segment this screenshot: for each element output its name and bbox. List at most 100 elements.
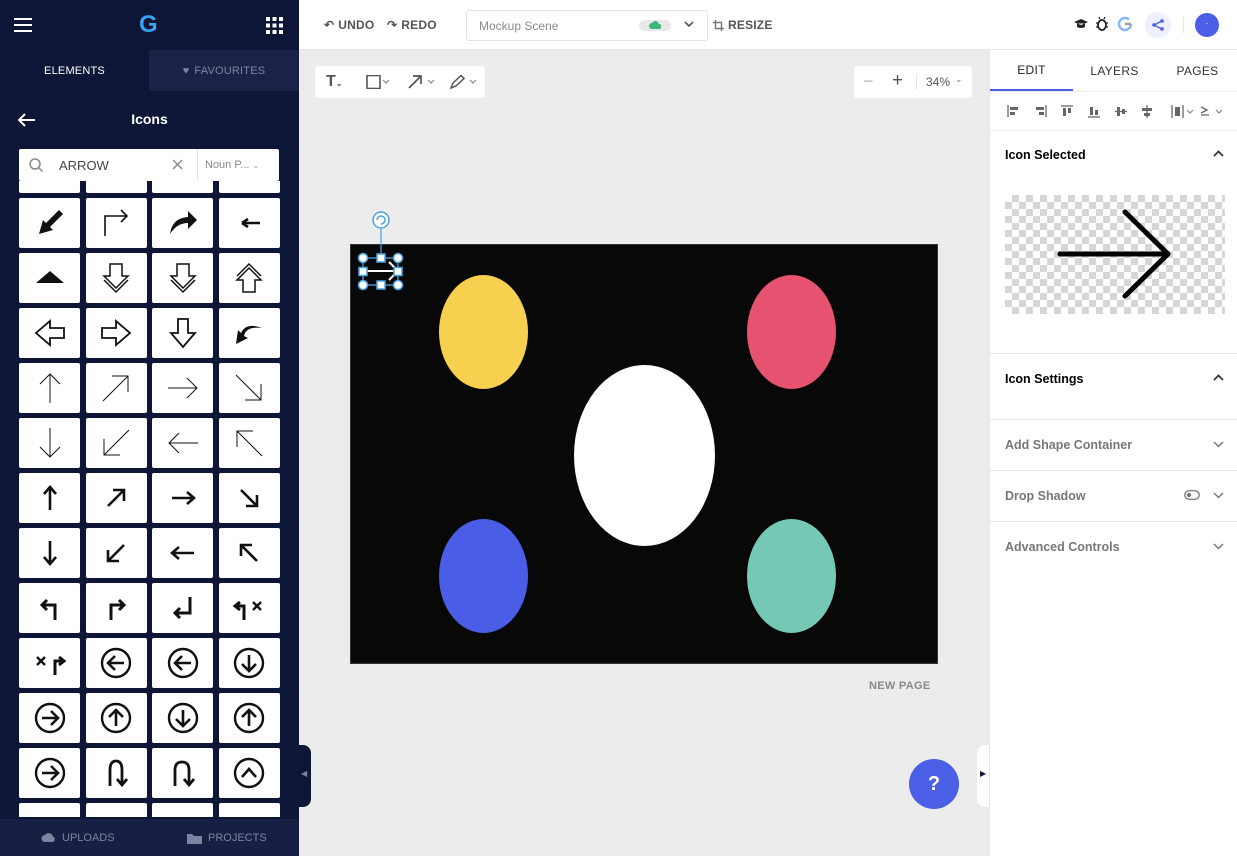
- white-ellipse[interactable]: [574, 365, 715, 546]
- icon-tile[interactable]: [85, 638, 147, 688]
- icon-tile[interactable]: [19, 528, 80, 578]
- icon-tile[interactable]: [152, 473, 213, 523]
- icon-tile[interactable]: [85, 583, 147, 633]
- icon-tile[interactable]: [152, 803, 213, 817]
- icon-tile[interactable]: [85, 308, 147, 358]
- icon-tile[interactable]: [218, 418, 280, 468]
- icon-tile[interactable]: [218, 363, 280, 413]
- graduation-cap-icon[interactable]: [1074, 18, 1088, 30]
- icon-tile[interactable]: [218, 253, 280, 303]
- shape-tool-icon[interactable]: [366, 75, 390, 89]
- icon-tile[interactable]: [19, 473, 80, 523]
- text-tool[interactable]: T⌄: [326, 73, 342, 91]
- icon-search[interactable]: ARROW Noun P... ⌄: [19, 149, 279, 181]
- share-button[interactable]: [1145, 12, 1171, 38]
- undo-button[interactable]: ↶ UNDO: [324, 18, 374, 32]
- icon-tile[interactable]: [152, 528, 213, 578]
- help-button[interactable]: ?: [909, 759, 959, 809]
- teal-ellipse[interactable]: [747, 519, 836, 633]
- icon-tile[interactable]: [85, 473, 147, 523]
- icon-tile[interactable]: [19, 638, 80, 688]
- projects-button[interactable]: PROJECTS: [187, 832, 267, 844]
- icon-tile[interactable]: [218, 528, 280, 578]
- chevron-down-icon[interactable]: [1213, 440, 1224, 448]
- uploads-button[interactable]: UPLOADS: [41, 832, 115, 844]
- chevron-down-icon[interactable]: [1213, 491, 1224, 499]
- chevron-down-icon[interactable]: [684, 21, 694, 28]
- icon-tile[interactable]: [218, 583, 280, 633]
- tab-pages[interactable]: PAGES: [1156, 50, 1237, 91]
- icon-tile[interactable]: [19, 253, 80, 303]
- red-ellipse[interactable]: [747, 275, 836, 389]
- toggle-icon[interactable]: [1184, 490, 1200, 500]
- icon-tile[interactable]: [152, 693, 213, 743]
- icon-tile[interactable]: [19, 748, 80, 798]
- icon-tile[interactable]: [218, 638, 280, 688]
- icon-tile[interactable]: [152, 253, 213, 303]
- tab-layers[interactable]: LAYERS: [1073, 50, 1156, 91]
- icon-tile[interactable]: [19, 308, 80, 358]
- avatar[interactable]: ·: [1195, 13, 1219, 37]
- icon-tile[interactable]: [19, 418, 80, 468]
- icon-tile[interactable]: [85, 528, 147, 578]
- align-left-icon[interactable]: [1007, 105, 1020, 117]
- zoom-out-button[interactable]: −: [863, 71, 874, 92]
- icon-tile[interactable]: [152, 638, 213, 688]
- source-dropdown[interactable]: Noun P... ⌄: [197, 149, 279, 181]
- icon-tile[interactable]: [152, 198, 213, 248]
- icon-tile[interactable]: [85, 748, 147, 798]
- tab-elements[interactable]: ELEMENTS: [0, 50, 149, 91]
- icon-tile[interactable]: [152, 583, 213, 633]
- tab-edit[interactable]: EDIT: [990, 50, 1073, 91]
- tab-favourites[interactable]: ♥ FAVOURITES: [149, 50, 299, 91]
- chevron-up-icon[interactable]: [1213, 374, 1224, 382]
- align-center-v-icon[interactable]: [1141, 105, 1153, 118]
- icon-tile[interactable]: [85, 693, 147, 743]
- icon-tile[interactable]: [218, 308, 280, 358]
- bug-icon[interactable]: [1096, 17, 1108, 31]
- collapse-left-handle[interactable]: ◀: [299, 745, 311, 807]
- icon-tile[interactable]: [85, 363, 147, 413]
- icon-tile[interactable]: [19, 363, 80, 413]
- icon-tile[interactable]: [152, 363, 213, 413]
- icon-tile[interactable]: [85, 803, 147, 817]
- zoom-in-button[interactable]: +: [892, 70, 903, 92]
- hamburger-icon[interactable]: [14, 17, 32, 33]
- icon-tile[interactable]: [85, 181, 147, 193]
- chevron-down-icon[interactable]: [1213, 542, 1224, 550]
- icon-tile[interactable]: [218, 181, 280, 193]
- line-tool-icon[interactable]: [408, 75, 436, 89]
- icon-tile[interactable]: [152, 418, 213, 468]
- new-page-button[interactable]: NEW PAGE: [869, 680, 930, 692]
- more-align-icon[interactable]: [1200, 105, 1224, 118]
- grid-icon[interactable]: [266, 17, 283, 34]
- icon-tile[interactable]: [85, 253, 147, 303]
- app-logo[interactable]: G: [139, 11, 158, 39]
- selected-arrow-element[interactable]: [353, 208, 409, 294]
- icon-tile[interactable]: [218, 198, 280, 248]
- align-top-icon[interactable]: [1061, 105, 1073, 118]
- align-bottom-icon[interactable]: [1088, 105, 1100, 118]
- align-center-h-icon[interactable]: [1115, 105, 1127, 118]
- icon-tile[interactable]: [152, 181, 213, 193]
- google-icon[interactable]: [1117, 16, 1133, 32]
- yellow-ellipse[interactable]: [439, 275, 528, 389]
- blue-ellipse[interactable]: [439, 519, 528, 633]
- icon-tile[interactable]: [218, 748, 280, 798]
- icon-tile[interactable]: [218, 803, 280, 817]
- icon-tile[interactable]: [218, 473, 280, 523]
- icon-tile[interactable]: [19, 583, 80, 633]
- icon-tile[interactable]: [19, 181, 80, 193]
- distribute-icon[interactable]: [1171, 105, 1195, 118]
- redo-button[interactable]: ↷ REDO: [387, 18, 437, 32]
- zoom-level[interactable]: 34%: [926, 75, 950, 89]
- chevron-up-icon[interactable]: [1213, 150, 1224, 158]
- icon-tile[interactable]: [19, 198, 80, 248]
- icon-tile[interactable]: [19, 803, 80, 817]
- icon-tile[interactable]: [152, 308, 213, 358]
- collapse-right-handle[interactable]: ▶: [977, 745, 989, 807]
- icon-tile[interactable]: [218, 693, 280, 743]
- design-canvas[interactable]: [350, 244, 938, 664]
- search-input[interactable]: ARROW: [59, 158, 109, 173]
- scene-name-field[interactable]: Mockup Scene: [466, 10, 708, 41]
